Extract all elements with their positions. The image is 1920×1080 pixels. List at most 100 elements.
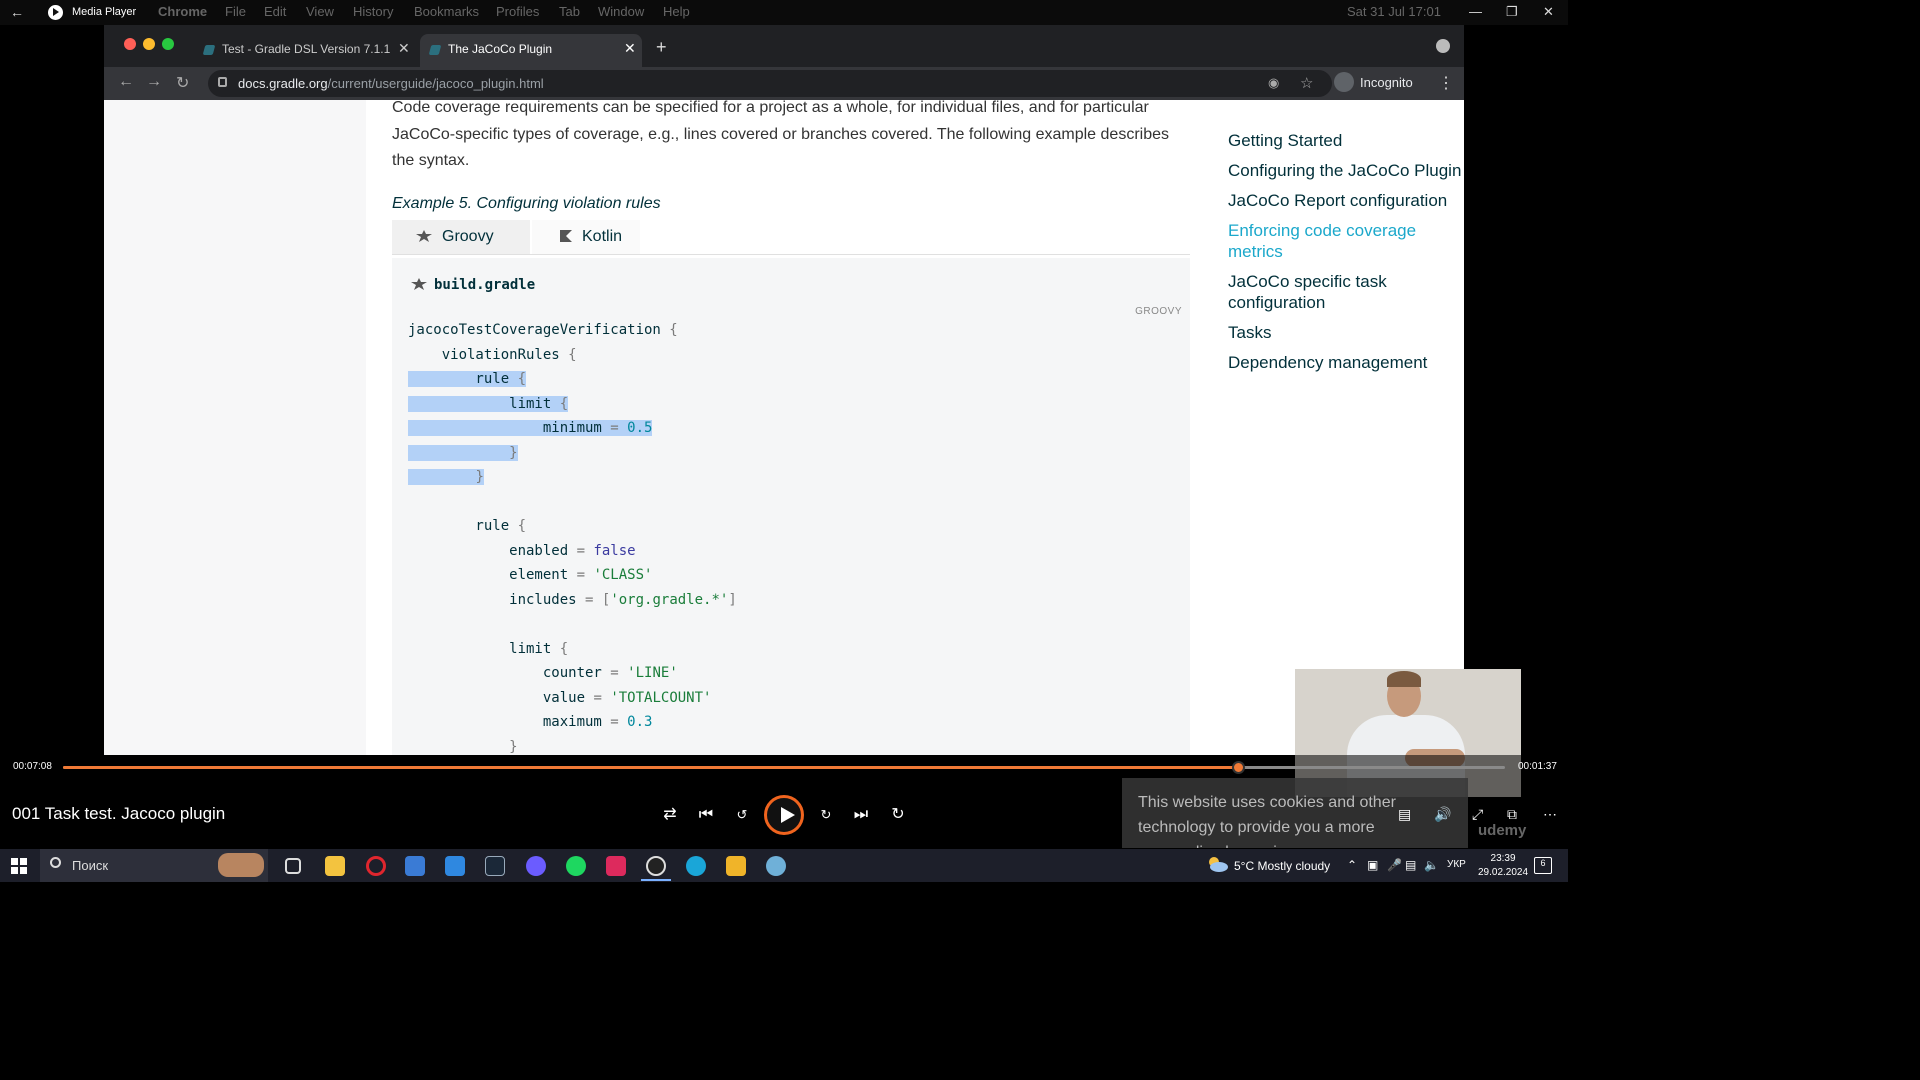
menu-bookmarks: Bookmarks: [414, 4, 480, 19]
task-view-icon[interactable]: [285, 858, 301, 874]
code-line: rule {: [408, 371, 527, 387]
new-tab-icon[interactable]: +: [656, 37, 667, 58]
more-menu-icon[interactable]: ⋮: [1438, 73, 1454, 93]
url-text: docs.gradle.org/current/userguide/jacoco…: [238, 76, 544, 91]
media-player-logo-icon: [48, 5, 63, 20]
tab-kotlin[interactable]: Kotlin: [532, 220, 640, 254]
toc-item[interactable]: Getting Started: [1228, 130, 1464, 151]
code-line: counter = 'LINE': [408, 665, 678, 681]
miniplayer-icon[interactable]: ⧉: [1507, 806, 1517, 823]
back-icon[interactable]: ←: [118, 73, 134, 91]
previous-icon[interactable]: ⏮: [694, 803, 718, 827]
opera-icon[interactable]: [366, 856, 386, 876]
file-explorer-icon[interactable]: [325, 856, 345, 876]
address-bar[interactable]: docs.gradle.org/current/userguide/jacoco…: [208, 70, 1332, 97]
intellij-icon[interactable]: [606, 856, 626, 876]
reload-icon[interactable]: ↻: [176, 73, 189, 93]
meet-now-icon[interactable]: ▣: [1367, 858, 1378, 872]
volume-icon[interactable]: 🔊: [1434, 806, 1451, 823]
menu-tab: Tab: [559, 4, 580, 19]
time-remaining: 00:01:37: [1518, 761, 1557, 772]
tab-search-icon[interactable]: [1436, 39, 1450, 53]
clock[interactable]: 23:39 29.02.2024: [1478, 852, 1528, 880]
edge-icon[interactable]: [686, 856, 706, 876]
windows-start-icon[interactable]: [11, 858, 27, 874]
language-indicator[interactable]: УКР: [1447, 859, 1466, 870]
udemy-watermark: udemy: [1478, 822, 1527, 839]
file-name: build.gradle: [434, 277, 536, 293]
browser-tab-active[interactable]: The JaCoCo Plugin ✕: [420, 34, 642, 67]
notifications-icon[interactable]: 6: [1534, 857, 1552, 874]
tab-label: The JaCoCo Plugin: [448, 42, 553, 56]
network-icon[interactable]: ▤: [1405, 858, 1416, 872]
clock-date: 29.02.2024: [1478, 867, 1529, 878]
star-icon[interactable]: ☆: [1300, 74, 1313, 92]
code-line: jacocoTestCoverageVerification {: [408, 322, 678, 338]
store-icon[interactable]: [405, 856, 425, 876]
media-player-icon[interactable]: [646, 856, 666, 876]
fullscreen-icon[interactable]: ⤢: [1472, 806, 1483, 823]
spotify-icon[interactable]: [566, 856, 586, 876]
mail-icon[interactable]: [445, 856, 465, 876]
tray-chevron-icon[interactable]: ⌃: [1347, 858, 1357, 872]
code-line: }: [408, 465, 737, 490]
toc-item[interactable]: Dependency management: [1228, 352, 1464, 373]
restore-icon[interactable]: ❐: [1506, 4, 1518, 20]
example-title: Example 5. Configuring violation rules: [392, 195, 661, 212]
menu-help: Help: [663, 4, 690, 19]
eye-off-icon[interactable]: ◉: [1268, 75, 1279, 91]
doc-page: Code coverage requirements can be specif…: [104, 99, 1464, 755]
mac-close-icon: [124, 38, 136, 50]
toc-item[interactable]: Tasks: [1228, 322, 1464, 343]
play-button[interactable]: [764, 795, 804, 835]
toc-item[interactable]: Enforcing code coverage metrics: [1228, 220, 1464, 262]
code-line: minimum = 0.5: [408, 420, 653, 436]
microphone-icon[interactable]: 🎤: [1387, 858, 1402, 872]
code-content[interactable]: jacocoTestCoverageVerification { violati…: [408, 318, 737, 755]
cookie-banner: This website uses cookies and other tech…: [1122, 778, 1468, 848]
code-tabs: Groovy Kotlin: [392, 220, 1190, 255]
back-arrow-icon[interactable]: ←: [10, 4, 28, 20]
speaker-icon[interactable]: 🔈: [1424, 858, 1439, 872]
menu-file: File: [225, 4, 246, 19]
code-language-label: GROOVY: [1135, 306, 1182, 317]
rewind-10-icon[interactable]: ↺: [730, 803, 754, 827]
seek-bar[interactable]: [63, 761, 1505, 774]
app-icon[interactable]: [766, 856, 786, 876]
forward-30-icon[interactable]: ↻: [814, 803, 838, 827]
forward-icon[interactable]: →: [146, 73, 162, 91]
tab-groovy[interactable]: Groovy: [392, 220, 530, 254]
cloudy-weather-icon: [1209, 857, 1228, 872]
code-block: build.gradle GROOVY jacocoTestCoverageVe…: [392, 258, 1190, 755]
next-icon[interactable]: ⏭: [849, 803, 873, 827]
code-line: enabled = false: [408, 542, 636, 559]
toc-item[interactable]: Configuring the JaCoCo Plugin: [1228, 160, 1464, 181]
tab-groovy-label: Groovy: [442, 228, 494, 245]
tab-close-icon[interactable]: ✕: [398, 40, 410, 57]
browser-tab[interactable]: Test - Gradle DSL Version 7.1.1 ✕: [194, 34, 416, 67]
search-icon: [50, 857, 61, 868]
weather-text: 5°C Mostly cloudy: [1234, 859, 1331, 873]
toc-item[interactable]: JaCoCo Report configuration: [1228, 190, 1464, 211]
photos-icon[interactable]: [726, 856, 746, 876]
close-icon[interactable]: ✕: [1543, 4, 1554, 20]
video-frame[interactable]: Test - Gradle DSL Version 7.1.1 ✕ The Ja…: [104, 25, 1464, 755]
time-current: 00:07:08: [13, 761, 52, 772]
taskbar-search[interactable]: Поиск: [40, 849, 268, 882]
steam-icon[interactable]: [485, 856, 505, 876]
messenger-icon[interactable]: [526, 856, 546, 876]
code-line: value = 'TOTALCOUNT': [408, 689, 712, 706]
code-line: }: [408, 441, 737, 466]
toc-item[interactable]: JaCoCo specific task configuration: [1228, 271, 1464, 313]
minimize-icon[interactable]: —: [1469, 4, 1482, 19]
incognito-badge[interactable]: Incognito: [1332, 71, 1432, 95]
gradle-favicon-icon: [428, 45, 442, 55]
more-options-icon[interactable]: ⋯: [1543, 806, 1557, 823]
repeat-off-icon[interactable]: ↻: [886, 803, 910, 827]
tab-close-icon[interactable]: ✕: [624, 40, 636, 57]
code-line: maximum = 0.3: [408, 714, 653, 730]
shuffle-icon[interactable]: ⇄: [658, 803, 682, 827]
subtitles-icon[interactable]: ▤: [1398, 806, 1411, 823]
search-highlight-image: [218, 853, 264, 877]
